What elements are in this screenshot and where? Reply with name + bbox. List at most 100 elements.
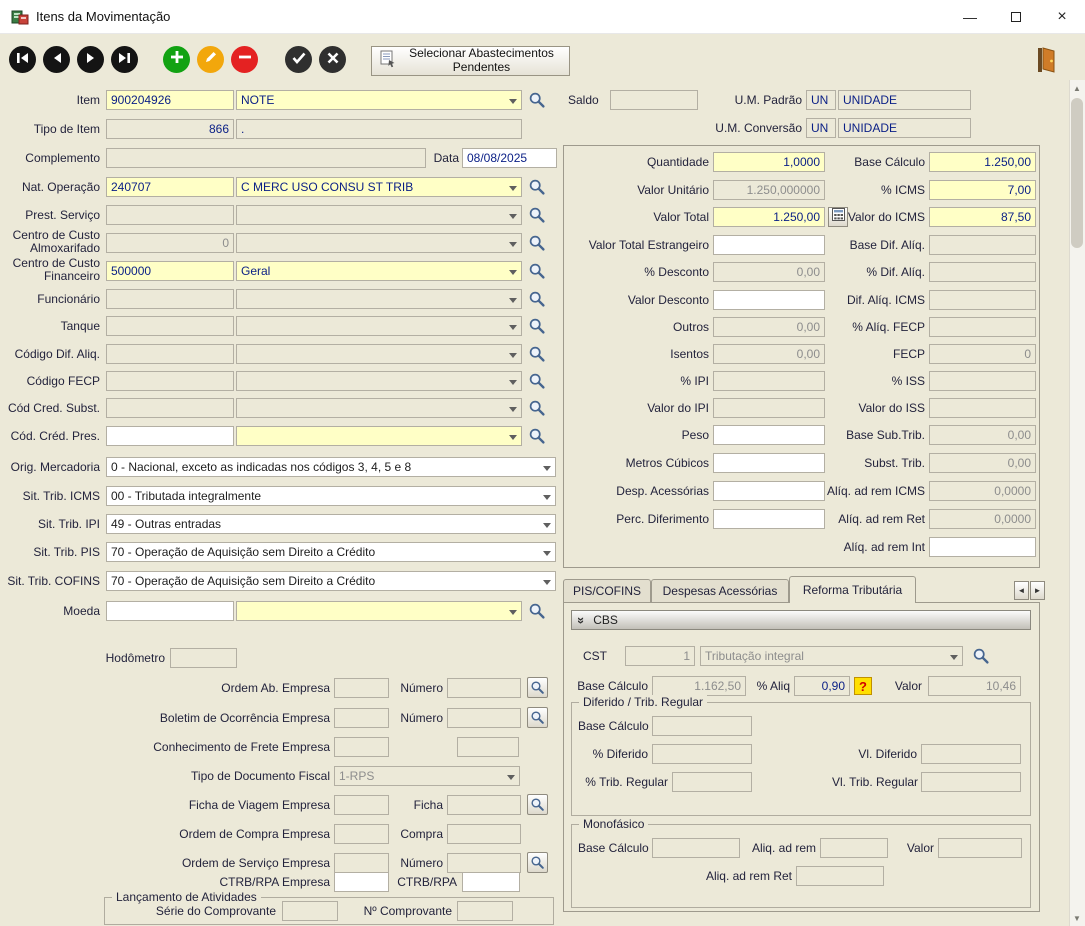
monophasic-caption: Monofásico <box>579 817 648 831</box>
accessory-expenses-field[interactable] <box>713 481 825 501</box>
tab-scroll-right-button[interactable]: ► <box>1030 581 1045 600</box>
currency-search-icon[interactable] <box>528 602 547 621</box>
scroll-down-icon[interactable]: ▼ <box>1069 910 1085 926</box>
icms-tax-situation-label: Sit. Trib. ICMS <box>0 490 100 503</box>
incident-report-search-button[interactable] <box>527 707 548 728</box>
deferred-pct-field <box>652 744 752 764</box>
ctrb-rpa-company-field[interactable] <box>334 872 389 892</box>
quantity-field[interactable]: 1,0000 <box>713 152 825 172</box>
help-icon[interactable]: ? <box>854 677 872 695</box>
complement-field <box>106 148 426 168</box>
date-field[interactable]: 08/08/2025 <box>462 148 557 168</box>
icms-value-field[interactable]: 87,50 <box>929 207 1036 227</box>
supply-order-search-button[interactable] <box>527 677 548 698</box>
service-order-search-button[interactable] <box>527 852 548 873</box>
goods-origin-select[interactable]: 0 - Nacional, exceto as indicadas nos có… <box>106 457 556 477</box>
confirm-button[interactable] <box>285 46 312 73</box>
cbs-calc-base-field: 1.162,50 <box>652 676 746 696</box>
financial-cost-center-code-field[interactable]: 500000 <box>106 261 234 281</box>
calc-base-label: Base Cálculo <box>826 156 925 169</box>
foreign-total-value-field[interactable] <box>713 235 825 255</box>
operation-nature-search-icon[interactable] <box>528 178 547 197</box>
operation-nature-combo[interactable]: C MERC USO CONSU ST TRIB <box>236 177 522 197</box>
discount-value-label: Valor Desconto <box>567 294 709 307</box>
chevron-down-icon <box>509 214 517 219</box>
cst-search-icon[interactable] <box>972 647 991 666</box>
odometer-label: Hodômetro <box>0 652 165 665</box>
scrollbar-thumb[interactable] <box>1071 98 1083 248</box>
supply-order-company-label: Ordem Ab. Empresa <box>0 682 330 695</box>
pis-tax-situation-select[interactable]: 70 - Operação de Aquisição sem Direito a… <box>106 542 556 562</box>
operation-nature-code-field[interactable]: 240707 <box>106 177 234 197</box>
icms-pct-field[interactable]: 7,00 <box>929 180 1036 200</box>
item-code-field[interactable]: 900204926 <box>106 90 234 110</box>
presumed-credit-code-field[interactable] <box>106 426 234 446</box>
cbs-collapse-header[interactable]: » CBS <box>571 610 1031 630</box>
deferral-pct-field[interactable] <box>713 509 825 529</box>
cofins-tax-situation-select[interactable]: 70 - Operação de Aquisição sem Direito a… <box>106 571 556 591</box>
financial-cost-center-search-icon[interactable] <box>528 262 547 281</box>
warehouse-cost-center-label: Centro de Custo Almoxarifado <box>0 229 100 255</box>
tab-reforma-tributaria[interactable]: Reforma Tributária <box>789 576 916 603</box>
currency-combo[interactable] <box>236 601 522 621</box>
scroll-up-icon[interactable]: ▲ <box>1069 80 1085 96</box>
ipi-pct-field <box>713 371 825 391</box>
item-desc-combo[interactable]: NOTE <box>236 90 522 110</box>
cubic-meters-field[interactable] <box>713 453 825 473</box>
cancel-button[interactable] <box>319 46 346 73</box>
nav-last-button[interactable] <box>111 46 138 73</box>
ctrb-rpa-company-label: CTRB/RPA Empresa <box>0 876 330 889</box>
warehouse-cost-center-search-icon[interactable] <box>528 234 547 253</box>
item-desc-value: NOTE <box>241 93 274 107</box>
dif-rate-search-icon[interactable] <box>528 345 547 364</box>
tank-search-icon[interactable] <box>528 317 547 336</box>
iss-pct-label: % ISS <box>826 375 925 388</box>
employee-label: Funcionário <box>0 293 100 306</box>
deferral-pct-label: Perc. Diferimento <box>567 513 709 526</box>
ipi-tax-situation-select[interactable]: 49 - Outras entradas <box>106 514 556 534</box>
tab-scroll-left-button[interactable]: ◄ <box>1014 581 1029 600</box>
subst-tax-field: 0,00 <box>929 453 1036 473</box>
adrem-int-rate-field[interactable] <box>929 537 1036 557</box>
select-pending-supplies-button[interactable]: Selecionar Abastecimentos Pendentes <box>371 46 570 76</box>
ctrb-rpa-number-field[interactable] <box>462 872 520 892</box>
item-search-icon[interactable] <box>528 91 547 110</box>
nav-prev-button[interactable] <box>43 46 70 73</box>
date-label: Data <box>427 152 459 165</box>
fecp-search-icon[interactable] <box>528 372 547 391</box>
icms-tax-situation-select[interactable]: 00 - Tributada integralmente <box>106 486 556 506</box>
window-title: Itens da Movimentação <box>36 9 170 24</box>
service-provision-search-icon[interactable] <box>528 206 547 225</box>
subst-credit-search-icon[interactable] <box>528 399 547 418</box>
fecp-code-label: Código FECP <box>0 375 100 388</box>
financial-cost-center-combo[interactable]: Geral <box>236 261 522 281</box>
weight-field[interactable] <box>713 425 825 445</box>
iss-value-field <box>929 398 1036 418</box>
subst-credit-combo <box>236 398 522 418</box>
nav-first-button[interactable] <box>9 46 36 73</box>
nav-next-button[interactable] <box>77 46 104 73</box>
minimize-button[interactable]: — <box>947 0 993 34</box>
subst-credit-code-label: Cód Cred. Subst. <box>0 402 100 415</box>
exit-button[interactable] <box>1035 46 1059 79</box>
travel-card-search-button[interactable] <box>527 794 548 815</box>
currency-code-field[interactable] <box>106 601 234 621</box>
employee-search-icon[interactable] <box>528 290 547 309</box>
discount-value-field[interactable] <box>713 290 825 310</box>
calc-base-field[interactable]: 1.250,00 <box>929 152 1036 172</box>
presumed-credit-combo[interactable] <box>236 426 522 446</box>
total-value-field[interactable]: 1.250,00 <box>713 207 825 227</box>
add-record-button[interactable] <box>163 46 190 73</box>
maximize-button[interactable] <box>993 0 1039 34</box>
delete-record-button[interactable] <box>231 46 258 73</box>
tab-pis-cofins[interactable]: PIS/COFINS <box>563 579 651 602</box>
close-button[interactable]: × <box>1039 0 1085 34</box>
cst-code-field: 1 <box>625 646 695 666</box>
iss-pct-field <box>929 371 1036 391</box>
presumed-credit-search-icon[interactable] <box>528 427 547 446</box>
edit-record-button[interactable] <box>197 46 224 73</box>
subst-tax-base-field: 0,00 <box>929 425 1036 445</box>
tab-despesas-acessorias[interactable]: Despesas Acessórias <box>651 579 789 602</box>
travel-card-number-field <box>447 795 521 815</box>
balance-field <box>610 90 698 110</box>
